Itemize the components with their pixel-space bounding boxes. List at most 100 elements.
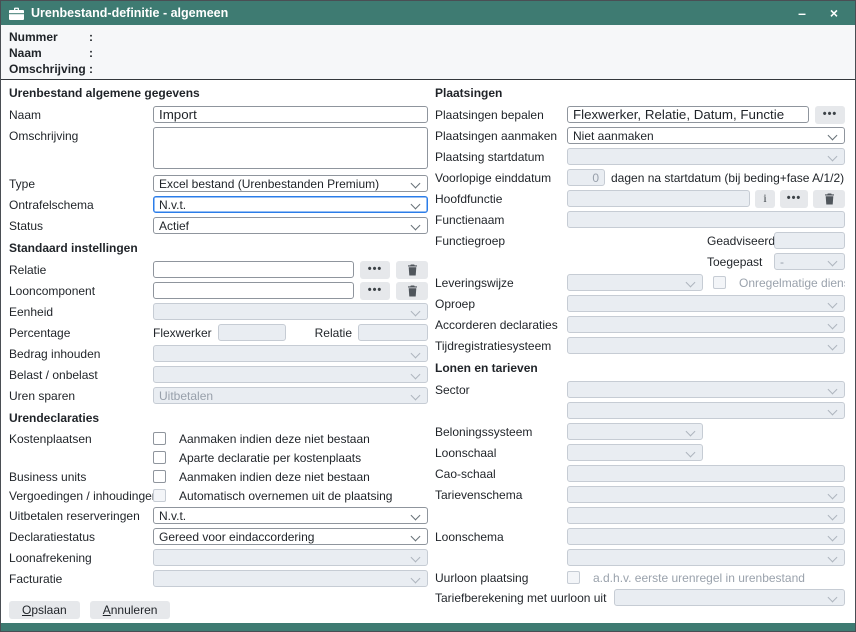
left-column: Urenbestand algemene gegevens Naam Omsch… — [9, 86, 428, 591]
naam-row: Naam : — [9, 45, 847, 61]
loonschema-select — [567, 528, 845, 545]
plaatsingen-bepalen-browse-button[interactable]: ••• — [815, 106, 845, 124]
chevron-down-icon — [828, 341, 838, 351]
leveringswijze-label: Leveringswijze — [435, 276, 567, 290]
looncomponent-browse-button[interactable]: ••• — [360, 282, 390, 300]
tarievenschema-secondary-select — [567, 507, 845, 524]
ellipsis-icon: ••• — [368, 263, 383, 275]
relatie-clear-button[interactable] — [396, 261, 428, 279]
chevron-down-icon — [828, 320, 838, 330]
uren-sparen-select: Uitbetalen — [153, 387, 428, 404]
accorderen-declaraties-select — [567, 316, 845, 333]
right-column: Plaatsingen Plaatsingen bepalen ••• Plaa… — [435, 86, 845, 610]
beloningssysteem-label: Beloningssysteem — [435, 425, 567, 439]
kostenplaatsen-aanmaken-checkbox-label: Aanmaken indien deze niet bestaan — [179, 432, 370, 446]
type-select[interactable]: Excel bestand (Urenbestanden Premium) — [153, 175, 428, 192]
hoofdfunctie-browse-button[interactable]: ••• — [780, 190, 808, 208]
section-title-urendeclaraties: Urendeclaraties — [9, 411, 428, 426]
leveringswijze-select — [567, 274, 703, 291]
uurloon-adhv-checkbox-label: a.d.h.v. eerste urenregel in urenbestand — [593, 571, 805, 585]
section-title-algemene-gegevens: Urenbestand algemene gegevens — [9, 86, 428, 101]
chevron-down-icon — [686, 427, 696, 437]
minimize-button[interactable]: – — [791, 3, 813, 23]
uurloon-plaatsing-label: Uurloon plaatsing — [435, 571, 567, 585]
uurloon-adhv-checkbox — [567, 571, 580, 584]
naam-input[interactable] — [153, 106, 428, 123]
facturatie-label: Facturatie — [9, 572, 153, 586]
percentage-relatie-input — [358, 324, 428, 341]
chevron-down-icon — [411, 574, 421, 584]
chevron-down-icon — [411, 221, 421, 231]
omschrijving-textarea[interactable] — [153, 127, 428, 169]
facturatie-select — [153, 570, 428, 587]
geadviseerd-label: Geadviseerd — [707, 234, 774, 248]
chevron-down-icon — [411, 179, 421, 189]
relatie-label: Relatie — [9, 263, 153, 277]
business-units-aanmaken-checkbox-label: Aanmaken indien deze niet bestaan — [179, 470, 370, 484]
plaatsingen-bepalen-label: Plaatsingen bepalen — [435, 108, 567, 122]
opslaan-button[interactable]: Opslaan — [9, 601, 80, 619]
chevron-down-icon — [828, 553, 838, 563]
sector-label: Sector — [435, 383, 567, 397]
chevron-down-icon — [828, 257, 838, 267]
bedrag-inhouden-label: Bedrag inhouden — [9, 347, 153, 361]
looncomponent-input[interactable] — [153, 282, 354, 299]
tijdregistratiesysteem-select — [567, 337, 845, 354]
chevron-down-icon — [828, 385, 838, 395]
type-value: Excel bestand (Urenbestanden Premium) — [159, 177, 379, 191]
plaatsing-startdatum-select — [567, 148, 845, 165]
nummer-label: Nummer — [9, 30, 89, 44]
business-units-aanmaken-checkbox[interactable] — [153, 470, 166, 483]
toegepast-value: - — [780, 255, 784, 269]
beloningssysteem-select — [567, 423, 703, 440]
onregelmatige-diensten-checkbox-label: Onregelmatige diensten — [739, 276, 845, 290]
aparte-declaratie-checkbox[interactable] — [153, 451, 166, 464]
business-units-label: Business units — [9, 470, 153, 484]
chevron-down-icon — [411, 511, 421, 521]
plaatsingen-bepalen-input[interactable] — [567, 106, 809, 123]
aparte-declaratie-checkbox-label: Aparte declaratie per kostenplaats — [179, 451, 361, 465]
oproep-label: Oproep — [435, 297, 567, 311]
omschrijving-field-label: Omschrijving — [9, 127, 153, 143]
naam-field-label: Naam — [9, 108, 153, 122]
chevron-down-icon — [686, 278, 696, 288]
uitbetalen-reserveringen-label: Uitbetalen reserveringen — [9, 509, 153, 523]
automatisch-overnemen-checkbox-label: Automatisch overnemen uit de plaatsing — [179, 489, 392, 503]
looncomponent-clear-button[interactable] — [396, 282, 428, 300]
ontrafelschema-select[interactable]: N.v.t. — [153, 196, 428, 213]
eenheid-label: Eenheid — [9, 305, 153, 319]
relatie-input[interactable] — [153, 261, 354, 278]
percentage-flexwerker-label: Flexwerker — [153, 326, 212, 340]
chevron-down-icon — [411, 349, 421, 359]
status-select[interactable]: Actief — [153, 217, 428, 234]
section-title-plaatsingen: Plaatsingen — [435, 86, 845, 101]
hoofdfunctie-label: Hoofdfunctie — [435, 192, 567, 206]
uitbetalen-reserveringen-select[interactable]: N.v.t. — [153, 507, 428, 524]
title-bar: Urenbestand-definitie - algemeen – × — [1, 1, 855, 25]
kostenplaatsen-aanmaken-checkbox[interactable] — [153, 432, 166, 445]
close-button[interactable]: × — [823, 3, 845, 23]
relatie-browse-button[interactable]: ••• — [360, 261, 390, 279]
tijdregistratiesysteem-label: Tijdregistratiesysteem — [435, 339, 567, 353]
annuleren-button[interactable]: Annuleren — [90, 601, 171, 619]
chevron-down-icon — [828, 406, 838, 416]
hoofdfunctie-clear-button[interactable] — [813, 190, 845, 208]
hoofdfunctie-info-button[interactable]: i — [755, 190, 775, 208]
toegepast-select: - — [774, 253, 845, 270]
footer-buttons: Opslaan Annuleren — [9, 601, 170, 619]
window-title: Urenbestand-definitie - algemeen — [31, 6, 791, 20]
naam-label: Naam — [9, 46, 89, 60]
hoofdfunctie-input — [567, 190, 750, 207]
loonschaal-select — [567, 444, 703, 461]
voorlopige-einddatum-input: 0 — [567, 169, 605, 186]
plaatsingen-aanmaken-label: Plaatsingen aanmaken — [435, 129, 567, 143]
trash-icon — [407, 285, 418, 297]
ellipsis-icon: ••• — [787, 192, 802, 204]
declaratiestatus-select[interactable]: Gereed voor eindaccordering — [153, 528, 428, 545]
voorlopige-einddatum-label: Voorlopige einddatum — [435, 171, 567, 185]
vergoedingen-label: Vergoedingen / inhoudingen — [9, 489, 153, 503]
plaatsingen-aanmaken-value: Niet aanmaken — [573, 129, 654, 143]
plaatsingen-aanmaken-select[interactable]: Niet aanmaken — [567, 127, 845, 144]
chevron-down-icon — [411, 370, 421, 380]
chevron-down-icon — [686, 448, 696, 458]
